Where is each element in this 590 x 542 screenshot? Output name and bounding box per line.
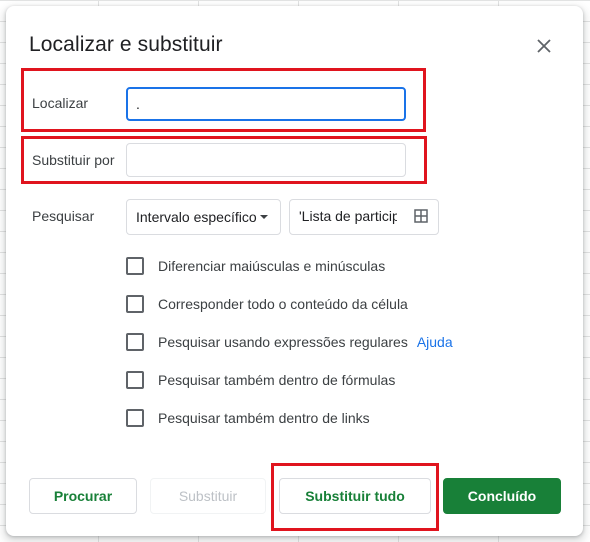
done-button[interactable]: Concluído: [443, 478, 561, 514]
option-match-case: Diferenciar maiúsculas e minúsculas: [126, 256, 385, 276]
chevron-down-icon: [260, 215, 268, 219]
search-label: Pesquisar: [32, 208, 95, 224]
match-case-label: Diferenciar maiúsculas e minúsculas: [158, 258, 386, 274]
replace-label: Substituir por: [32, 152, 115, 168]
search-links-checkbox[interactable]: [126, 409, 144, 427]
replace-input[interactable]: [126, 143, 406, 177]
find-input[interactable]: [126, 87, 406, 121]
grid-select-icon[interactable]: [414, 209, 428, 223]
regex-label: Pesquisar usando expressões regulares: [158, 334, 408, 350]
option-search-formulas: Pesquisar também dentro de fórmulas: [126, 370, 395, 390]
match-entire-cell-checkbox[interactable]: [126, 295, 144, 313]
find-replace-dialog: Localizar e substituir Localizar Substit…: [6, 6, 583, 536]
dialog-title: Localizar e substituir: [29, 33, 223, 56]
replace-button[interactable]: Substituir: [150, 478, 266, 514]
help-link[interactable]: Ajuda: [417, 334, 453, 350]
search-links-label: Pesquisar também dentro de links: [158, 410, 370, 426]
range-input[interactable]: 'Lista de particip: [289, 199, 439, 235]
range-value: 'Lista de particip: [299, 208, 397, 224]
search-scope-dropdown[interactable]: Intervalo específico: [126, 199, 281, 235]
replace-all-button[interactable]: Substituir tudo: [279, 478, 431, 514]
match-case-checkbox[interactable]: [126, 257, 144, 275]
search-formulas-checkbox[interactable]: [126, 371, 144, 389]
regex-checkbox[interactable]: [126, 333, 144, 351]
option-match-entire-cell: Corresponder todo o conteúdo da célula: [126, 294, 408, 314]
find-label: Localizar: [32, 95, 89, 111]
find-button[interactable]: Procurar: [29, 478, 137, 514]
close-icon: [537, 39, 551, 53]
option-search-links: Pesquisar também dentro de links: [126, 408, 370, 428]
match-entire-cell-label: Corresponder todo o conteúdo da célula: [158, 296, 408, 312]
search-scope-value: Intervalo específico: [136, 209, 257, 225]
search-formulas-label: Pesquisar também dentro de fórmulas: [158, 372, 396, 388]
option-regex: Pesquisar usando expressões regulares Aj…: [126, 332, 453, 352]
close-button[interactable]: [530, 32, 558, 60]
